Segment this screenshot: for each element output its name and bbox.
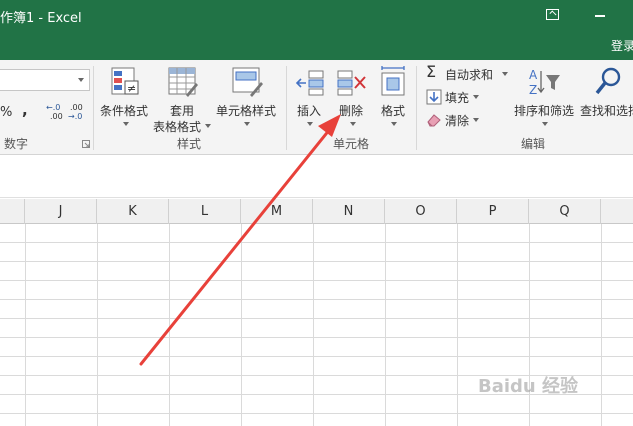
- column-header-n[interactable]: N: [313, 199, 385, 224]
- insert-cells-button[interactable]: 插入: [291, 64, 329, 130]
- format-cells-icon: [381, 66, 405, 96]
- column-header-partial[interactable]: [0, 199, 25, 224]
- column-header-partial[interactable]: [601, 199, 633, 224]
- column-header-bar: J K L M N O P Q: [0, 199, 633, 224]
- delete-cells-icon: [337, 70, 366, 96]
- title-bar: 作簿1 - Excel 登录: [0, 0, 633, 60]
- chevron-down-icon: [473, 118, 479, 122]
- chevron-down-icon: [205, 124, 211, 128]
- ribbon-display-options-icon[interactable]: [546, 9, 559, 20]
- comma-style-button[interactable]: ,: [22, 101, 28, 119]
- svg-text:Z: Z: [529, 83, 537, 97]
- fill-down-icon: [426, 89, 442, 105]
- dialog-launcher-icon[interactable]: [82, 140, 90, 148]
- chevron-down-icon: [307, 122, 313, 126]
- column-header-j[interactable]: J: [25, 199, 97, 224]
- format-as-table-button[interactable]: 套用 表格格式: [152, 64, 212, 134]
- column-header-q[interactable]: Q: [529, 199, 601, 224]
- number-group-label: 数字: [4, 137, 29, 151]
- conditional-format-icon: ≠: [111, 67, 139, 95]
- group-separator: [93, 66, 94, 150]
- insert-cells-icon: [295, 70, 324, 96]
- format-cells-button[interactable]: 格式: [376, 64, 412, 130]
- eraser-icon: [427, 114, 441, 127]
- column-header-p[interactable]: P: [457, 199, 529, 224]
- chevron-down-icon: [473, 95, 479, 99]
- search-icon: [595, 67, 621, 95]
- cell-styles-button[interactable]: 单元格样式: [214, 64, 280, 130]
- baidu-watermark: Baidu 经验: [478, 376, 579, 397]
- cells-group-label: 单元格: [333, 137, 370, 151]
- group-separator: [416, 66, 417, 150]
- signin-link[interactable]: 登录: [611, 37, 633, 54]
- delete-cells-button[interactable]: 删除: [333, 64, 373, 130]
- styles-group-label: 样式: [177, 137, 202, 151]
- minimize-icon[interactable]: [595, 15, 605, 17]
- window-title: 作簿1 - Excel: [0, 11, 82, 26]
- cell-styles-icon: [232, 67, 263, 97]
- column-header-l[interactable]: L: [169, 199, 241, 224]
- decrease-decimal-button[interactable]: .00 →.0: [68, 103, 88, 125]
- percent-style-button[interactable]: %: [0, 105, 12, 120]
- clear-button[interactable]: 清除: [424, 111, 484, 129]
- sort-filter-button[interactable]: A Z 排序和筛选: [512, 64, 578, 130]
- chevron-down-icon: [350, 122, 356, 126]
- format-as-table-icon: [168, 67, 198, 97]
- number-format-dropdown[interactable]: [0, 69, 90, 91]
- find-select-button[interactable]: 查找和选择: [578, 64, 633, 130]
- svg-text:A: A: [529, 68, 538, 82]
- ribbon: % , ←.0 .00 .00 →.0 数字 ≠ 条件格式 套用 表格格式 单元…: [0, 60, 633, 155]
- conditional-format-button[interactable]: ≠ 条件格式: [97, 64, 153, 130]
- autosum-button[interactable]: Σ 自动求和: [424, 62, 512, 83]
- sigma-icon: Σ: [426, 62, 437, 81]
- group-separator: [286, 66, 287, 150]
- chevron-down-icon: [244, 122, 250, 126]
- chevron-down-icon: [502, 72, 508, 76]
- sort-filter-icon: A Z: [529, 68, 560, 97]
- chevron-down-icon: [123, 122, 129, 126]
- chevron-down-icon: [542, 122, 548, 126]
- column-header-k[interactable]: K: [97, 199, 169, 224]
- formula-bar-area[interactable]: [0, 156, 633, 198]
- chevron-down-icon: [78, 78, 84, 82]
- editing-group-label: 编辑: [521, 137, 546, 151]
- column-header-o[interactable]: O: [385, 199, 457, 224]
- column-header-m[interactable]: M: [241, 199, 313, 224]
- fill-button[interactable]: 填充: [424, 88, 484, 106]
- increase-decimal-button[interactable]: ←.0 .00: [46, 103, 66, 125]
- chevron-down-icon: [391, 122, 397, 126]
- svg-text:≠: ≠: [127, 82, 136, 95]
